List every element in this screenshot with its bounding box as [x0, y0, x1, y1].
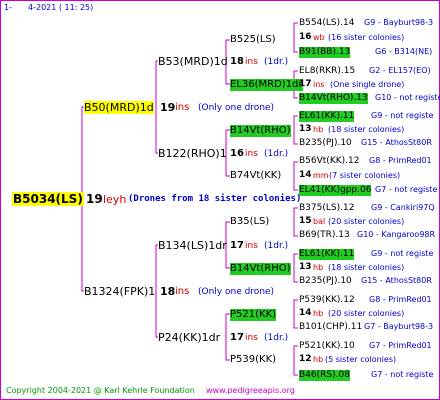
gen4-bot-id: G15 - AthosSt80R: [361, 276, 432, 285]
gen4-bot-queen: B91(BB).13: [299, 47, 351, 58]
gen2-year: 17: [230, 332, 244, 343]
gen3-queen: B35(LS): [230, 216, 270, 227]
gen4-bot-id: G10 - not registe: [375, 93, 440, 102]
gen4-top-id: G7 - PrimRed01: [369, 341, 432, 350]
gen4-mid-note: (18 sister colonies): [328, 263, 405, 272]
gen4-bot-queen: B235(PJ).10: [299, 138, 352, 148]
gen3-queen: B14Vt(RHO): [230, 263, 291, 275]
gen4-mid-year: 14: [299, 308, 312, 318]
gen1-abbr: ins: [175, 102, 190, 113]
gen3-queen: P521(KK): [230, 309, 277, 321]
gen4-bot-id: G7 - not registe: [375, 185, 438, 194]
gen1-note: (Only one drone): [198, 103, 275, 113]
gen4-mid-note: (7 sister colonies): [329, 171, 401, 180]
gen4-top-id: G2 - EL157(EO): [369, 66, 431, 75]
gen4-mid-note: (20 sister colonies): [328, 309, 405, 318]
gen4-mid-abbr: hb: [313, 355, 324, 364]
gen4-bot-queen: B69(TR).13: [299, 230, 350, 240]
gen4-bot-id: G7 - not registe: [371, 370, 434, 379]
gen4-mid-note: (20 sister colonies): [328, 217, 405, 226]
gen2-queen: B122(RHO)1: [158, 147, 227, 160]
gen2-queen: B53(MRD)1d: [158, 55, 228, 68]
gen4-top-queen: EL61(KK).11: [299, 249, 355, 260]
footer-copyright: Copyright 2004-2021 @ Karl Kehrle Founda…: [6, 386, 195, 395]
gen4-top-queen: EL8(RKR).15: [299, 66, 356, 76]
gen4-mid-note: (18 sister colonies): [328, 125, 405, 134]
gen4-top-queen: B56Vt(KK).12: [299, 156, 360, 166]
gen3-queen: B14Vt(RHO): [230, 125, 291, 137]
gen4-mid-year: 17: [299, 79, 312, 89]
header-date: 4-2021 ( 11: 25): [28, 3, 94, 12]
gen4-bot-queen: B235(PJ).10: [299, 276, 352, 286]
gen4-top-queen: EL61(KK).11: [299, 111, 355, 122]
root-year: 19: [86, 192, 103, 206]
gen2-note: (1dr.): [264, 149, 289, 159]
gen4-top-queen: P521(KK).10: [299, 341, 355, 351]
gen4-bot-id: G6 - B314(NE): [375, 47, 433, 56]
gen2-year: 18: [230, 56, 244, 67]
gen4-mid-abbr: ins: [313, 80, 325, 89]
gen2-year: 17: [230, 240, 244, 251]
gen3-queen: B525(LS): [230, 34, 276, 45]
gen2-queen: B134(LS)1dr: [158, 239, 227, 252]
gen2-note: (1dr.): [264, 57, 289, 67]
gen4-mid-year: 13: [299, 124, 312, 134]
gen2-note: (1dr.): [264, 241, 289, 251]
gen4-bot-queen: B46(RS).08: [299, 370, 350, 381]
gen2-abbr: ins: [245, 149, 258, 159]
gen4-mid-year: 15: [299, 216, 312, 226]
gen3-queen: B74Vt(KK): [230, 170, 282, 181]
gen2-abbr: ins: [245, 333, 258, 343]
gen4-bot-id: G7 - Bayburt98-3: [364, 322, 434, 331]
gen1-queen: B50(MRD)1d: [84, 101, 154, 114]
gen1-abbr: ins: [175, 286, 190, 297]
gen4-top-id: G8 - PrimRed01: [369, 295, 432, 304]
gen4-mid-year: 12: [299, 354, 312, 364]
gen4-mid-abbr: hb: [313, 263, 324, 272]
gen4-mid-abbr: hb: [313, 125, 324, 134]
root-queen: B5034(LS): [12, 192, 84, 206]
gen4-mid-note: (16 sister colonies): [328, 33, 405, 42]
gen4-mid-note: (5 sister colonies): [325, 355, 397, 364]
gen4-top-queen: P539(KK).12: [299, 295, 355, 305]
gen2-queen: P24(KK)1dr: [158, 331, 221, 344]
gen4-top-queen: B375(LS).12: [299, 203, 355, 213]
gen4-bot-queen: EL41(KK)gpp.06: [299, 185, 372, 196]
gen4-bot-id: G10 - Kangaroo98R: [357, 230, 436, 239]
gen4-bot-queen: B14Vt(RHO).13: [299, 93, 368, 104]
gen4-top-id: G9 - Bayburt98-3: [364, 18, 434, 27]
gen2-abbr: ins: [245, 57, 258, 67]
gen4-bot-queen: B101(CHP).11: [299, 322, 363, 332]
gen4-top-queen: B554(LS).14: [299, 18, 355, 28]
gen4-top-id: G8 - PrimRed01: [369, 156, 432, 165]
root-origin: leyh: [103, 193, 127, 206]
gen4-mid-year: 16: [299, 32, 312, 42]
gen4-mid-abbr: wb: [313, 33, 325, 42]
gen2-year: 16: [230, 148, 244, 159]
gen1-note: (Only one drone): [198, 287, 275, 297]
gen4-mid-year: 13: [299, 262, 312, 272]
gen4-top-id: G9 - not registe: [371, 249, 434, 258]
gen4-top-id: G9 - not registe: [371, 111, 434, 120]
gen4-mid-note: (One single drone): [330, 80, 405, 89]
gen4-top-id: G9 - Cankiri97Q: [371, 203, 435, 212]
gen1-year: 19: [160, 101, 176, 114]
gen4-mid-abbr: bal: [313, 217, 326, 226]
gen4-mid-year: 14: [299, 170, 312, 180]
gen3-queen: EL36(MRD)1dr: [230, 79, 303, 91]
header-counter: 1-: [4, 3, 12, 12]
gen4-mid-abbr: mm: [313, 171, 329, 180]
gen2-abbr: ins: [245, 241, 258, 251]
gen4-bot-id: G15 - AthosSt80R: [361, 138, 432, 147]
gen3-queen: P539(KK): [230, 354, 277, 365]
root-note: (Drones from 18 sister colonies): [128, 194, 302, 204]
gen1-year: 18: [160, 285, 176, 298]
gen2-note: (1dr.): [264, 333, 289, 343]
gen1-queen: B1324(FPK)1: [84, 285, 156, 298]
gen4-mid-abbr: hb: [313, 309, 324, 318]
footer-site-link[interactable]: www.pedigreeapis.org: [206, 387, 295, 395]
